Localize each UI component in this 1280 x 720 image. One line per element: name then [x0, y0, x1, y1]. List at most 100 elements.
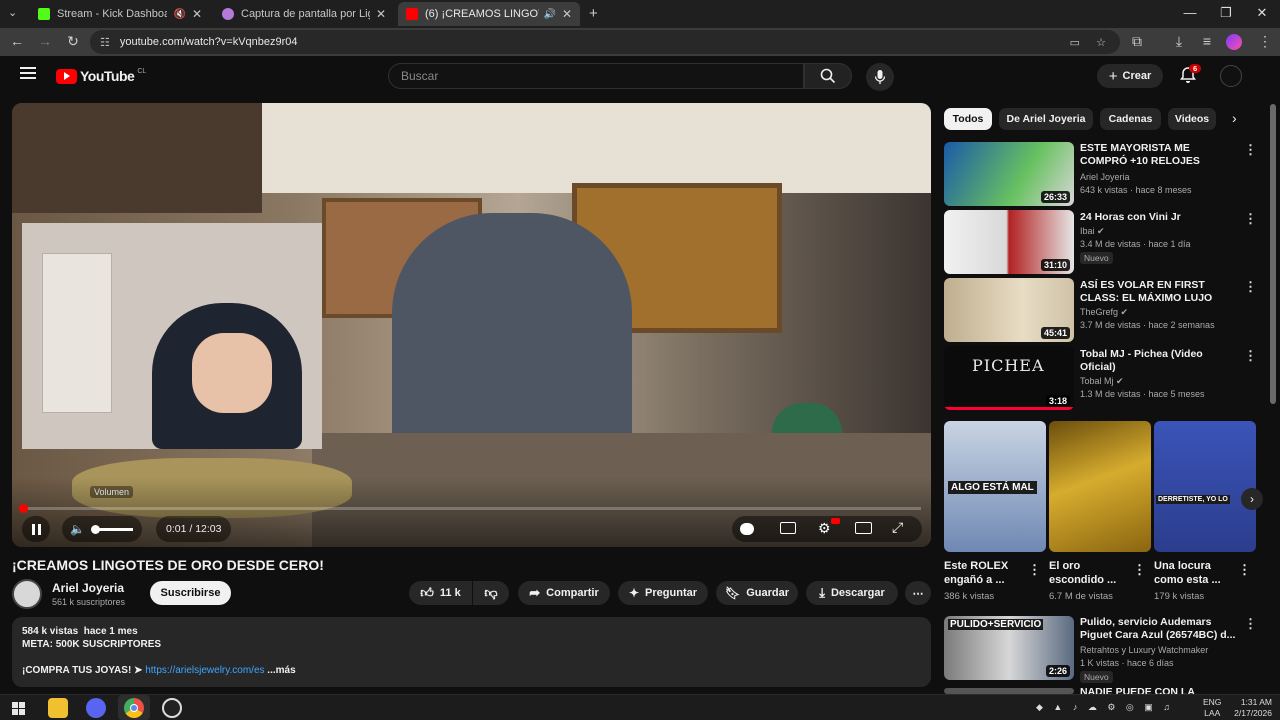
shorts-next-button[interactable]: › — [1241, 488, 1263, 510]
rec-title[interactable]: NADIE PUEDE CON LA — [1080, 686, 1240, 694]
chip-chains[interactable]: Cadenas — [1100, 108, 1161, 130]
short-title[interactable]: Una locura como esta ... — [1154, 559, 1232, 587]
short-menu-icon[interactable]: ⋮ — [1238, 562, 1251, 578]
browser-menu-icon[interactable]: ⋮ — [1256, 33, 1274, 50]
settings-icon[interactable]: ⚙ — [818, 520, 831, 537]
rec-menu-icon[interactable]: ⋮ — [1244, 142, 1257, 158]
search-button[interactable] — [804, 63, 852, 89]
short-title[interactable]: Este ROLEX engañó a ... — [944, 559, 1022, 587]
description-link[interactable]: https://arielsjewelry.com/es — [145, 665, 264, 676]
close-tab-icon[interactable]: ✕ — [562, 7, 572, 21]
tab-search-icon[interactable]: ⌄ — [8, 6, 17, 19]
rec-channel[interactable]: Ibai ✔ — [1080, 226, 1105, 237]
create-button[interactable]: + Crear — [1097, 64, 1163, 88]
short-thumbnail[interactable] — [1049, 421, 1151, 552]
share-button[interactable]: ➦ Compartir — [518, 581, 610, 605]
rec-title[interactable]: 24 Horas con Vini Jr — [1080, 211, 1240, 224]
profile-avatar[interactable] — [1226, 34, 1242, 50]
minimize-icon[interactable]: — — [1180, 5, 1200, 20]
chips-next-icon[interactable]: › — [1232, 110, 1237, 126]
rec-title[interactable]: ASÍ ES VOLAR EN FIRST CLASS: EL MÁXIMO L… — [1080, 279, 1240, 305]
subtitles-icon[interactable] — [780, 522, 796, 534]
save-button[interactable]: 🔖︎ Guardar — [716, 581, 798, 605]
rec-menu-icon[interactable]: ⋮ — [1244, 348, 1257, 364]
show-more-link[interactable]: ...más — [267, 665, 295, 676]
video-thumbnail[interactable]: 45:41 — [944, 278, 1074, 342]
channel-avatar[interactable] — [12, 579, 42, 609]
windows-start-icon[interactable] — [8, 698, 28, 718]
pause-button[interactable] — [22, 516, 50, 542]
ask-button[interactable]: ✦ Preguntar — [618, 581, 708, 605]
forward-icon[interactable]: → — [36, 33, 54, 49]
short-menu-icon[interactable]: ⋮ — [1133, 562, 1146, 578]
progress-bar[interactable] — [22, 507, 921, 510]
like-button[interactable]: 👍︎ 11 k — [409, 581, 472, 605]
channel-name[interactable]: Ariel Joyeria — [52, 581, 124, 595]
rec-menu-icon[interactable]: ⋮ — [1244, 279, 1257, 295]
volume-slider[interactable] — [90, 524, 133, 534]
chip-videos[interactable]: Videos — [1168, 108, 1216, 130]
tab-kick[interactable]: Stream - Kick Dashboard 🔇 ✕ — [30, 2, 210, 26]
rec-title[interactable]: Tobal MJ - Pichea (Video Oficial) — [1080, 348, 1240, 374]
discord-icon[interactable] — [86, 698, 106, 718]
language-indicator[interactable]: ENG LAA — [1203, 697, 1221, 719]
scrollbar-thumb[interactable] — [1270, 104, 1276, 404]
youtube-logo[interactable]: YouTube CL — [56, 68, 146, 84]
tab-lightshot[interactable]: Captura de pantalla por Lightshot ✕ — [214, 2, 394, 26]
notifications-button[interactable]: 6 — [1179, 64, 1202, 89]
audio-playing-icon[interactable]: 🔊 — [543, 9, 555, 20]
account-avatar[interactable] — [1220, 65, 1242, 87]
autoplay-toggle-icon[interactable] — [740, 523, 754, 535]
tab-youtube[interactable]: (6) ¡CREAMOS LINGOTES DE ORO DESDE CERO!… — [398, 2, 580, 26]
rec-menu-icon[interactable]: ⋮ — [1244, 211, 1257, 227]
close-window-icon[interactable]: ✕ — [1252, 5, 1272, 21]
page-scrollbar[interactable] — [1270, 100, 1276, 694]
downloads-icon[interactable]: ⤓ — [1170, 33, 1188, 50]
volume-knob[interactable] — [90, 524, 100, 534]
close-tab-icon[interactable]: ✕ — [192, 7, 202, 21]
mute-icon[interactable]: 🔇 — [173, 9, 185, 20]
download-button[interactable]: ⤓ Descargar — [806, 581, 898, 605]
video-thumbnail[interactable]: 31:10 — [944, 210, 1074, 274]
rec-channel[interactable]: TheGrefg ✔ — [1080, 307, 1128, 318]
site-info-icon[interactable]: ☷ — [100, 36, 110, 49]
tray-icons[interactable]: ◆ ▲ ♪ ☁ ⚙ ◎ ▣ ♫ — [1036, 702, 1174, 713]
subscribe-button[interactable]: Suscribirse — [150, 581, 231, 605]
video-player[interactable]: Volumen 🔈 0:01 / 12:03 ⚙ ⤢ — [12, 103, 931, 547]
back-icon[interactable]: ← — [8, 33, 26, 49]
obs-icon[interactable] — [162, 698, 182, 718]
rec-title[interactable]: Pulido, servicio Audemars Piguet Cara Az… — [1080, 616, 1240, 642]
dislike-button[interactable]: 👎︎ — [473, 581, 509, 605]
short-menu-icon[interactable]: ⋮ — [1028, 562, 1041, 578]
more-actions-button[interactable]: ⋯ — [905, 581, 931, 605]
short-thumbnail[interactable]: DERRETISTE, YO LO — [1154, 421, 1256, 552]
extensions-icon[interactable]: ⧉ — [1128, 33, 1146, 50]
rec-menu-icon[interactable]: ⋮ — [1244, 616, 1257, 632]
video-thumbnail[interactable]: 26:33 — [944, 142, 1074, 206]
rec-title[interactable]: ESTE MAYORISTA ME COMPRÓ +10 RELOJES — [1080, 142, 1240, 168]
voice-search-button[interactable] — [866, 63, 894, 91]
search-input[interactable]: Buscar — [388, 63, 804, 89]
file-explorer-icon[interactable] — [48, 698, 68, 718]
video-thumbnail[interactable]: PICHEA 3:18 — [944, 346, 1074, 410]
theater-mode-icon[interactable] — [855, 522, 872, 534]
bookmark-star-icon[interactable]: ☆ — [1096, 36, 1106, 49]
reload-icon[interactable]: ↻ — [64, 33, 82, 50]
chip-from-channel[interactable]: De Ariel Joyeria — [999, 108, 1093, 130]
media-controls-icon[interactable]: ≡ — [1198, 33, 1216, 49]
cast-icon[interactable]: ▭ — [1070, 36, 1080, 49]
description-box[interactable]: 584 k vistas hace 1 mes META: 500K SUSCR… — [12, 617, 931, 687]
restore-icon[interactable]: ❐ — [1216, 5, 1236, 21]
clock[interactable]: 1:31 AM 2/17/2026 — [1230, 697, 1272, 719]
new-tab-icon[interactable]: + — [589, 5, 598, 22]
volume-control[interactable]: 🔈 — [62, 516, 142, 542]
rec-channel[interactable]: Ariel Joyeria — [1080, 172, 1130, 182]
chip-all[interactable]: Todos — [944, 108, 992, 130]
hamburger-menu-icon[interactable] — [20, 67, 36, 79]
short-thumbnail[interactable]: ALGO ESTÁ MAL — [944, 421, 1046, 552]
rec-channel[interactable]: Tobal Mj ✔ — [1080, 376, 1124, 387]
address-input[interactable]: ☷ youtube.com/watch?v=kVqnbez9r04 ▭ ☆ — [90, 30, 1120, 54]
rec-channel[interactable]: Retrahtos y Luxury Watchmaker — [1080, 645, 1208, 655]
close-tab-icon[interactable]: ✕ — [376, 7, 386, 21]
fullscreen-icon[interactable]: ⤢ — [892, 519, 903, 536]
